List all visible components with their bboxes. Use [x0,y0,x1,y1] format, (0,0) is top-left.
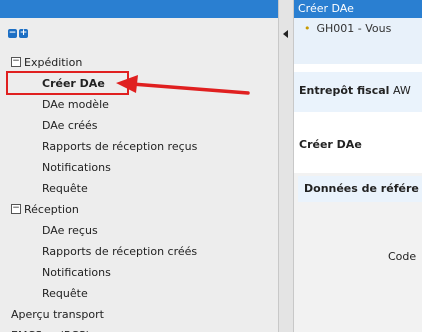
tree-item[interactable]: Requête [0,283,278,304]
tree-item[interactable]: Rapports de réception créés [0,241,278,262]
tree-group[interactable]: Aperçu transport [0,304,278,325]
panel-splitter[interactable] [278,0,294,332]
tree-item-label: Rapports de réception créés [42,245,198,258]
entrepot-value: AW [392,84,411,97]
code-label: Code [388,250,417,263]
annotation-arrow-icon [116,75,250,95]
tree-item[interactable]: Notifications [0,262,278,283]
navigation-header-bar [0,0,278,18]
tree-item-label: Expédition [24,56,83,69]
tree-item-label: Requête [42,182,88,195]
tree-item-label: Réception [24,203,79,216]
expand-all-icon[interactable]: + [19,29,28,38]
collapse-panel-icon[interactable] [283,30,288,38]
entrepot-label: Entrepôt fiscal [299,84,390,97]
message-item: • GH001 - Vous [304,22,391,35]
tree-item-label: DAe créés [42,119,98,132]
tree-group[interactable]: − Réception [0,199,278,220]
section-heading: Créer DAe [299,138,362,151]
page-title: Créer DAe [294,0,422,18]
collapse-all-icon[interactable]: − [8,29,17,38]
tree-item-label: Notifications [42,161,111,174]
tree-tools: − + [8,29,28,38]
content-panel: Créer DAe • GH001 - Vous Entrepôt fiscal … [294,0,422,332]
tree-item[interactable]: Requête [0,178,278,199]
tree-item-label: Aperçu transport [11,308,104,321]
reference-heading: Données de référe [298,176,422,202]
entrepot-info: Entrepôt fiscal AW [299,84,411,97]
collapse-toggle-icon[interactable]: − [11,204,21,214]
message-text: GH001 - Vous [316,22,392,35]
tree-item[interactable]: DAe reçus [0,220,278,241]
tree-item-label: Rapports de réception reçus [42,140,198,153]
bullet-icon: • [304,22,311,35]
tree-item-label: DAe modèle [42,98,109,111]
navigation-panel: − + − Expédition Créer DAe DAe modèle DAe cr… [0,0,278,332]
tree-item-label: Requête [42,287,88,300]
tree-item-label: DAe reçus [42,224,98,237]
tree-item[interactable]: DAe créés [0,115,278,136]
tree-item-label: Notifications [42,266,111,279]
collapse-toggle-icon[interactable]: − [11,57,21,67]
entrepot-row: Entrepôt fiscal AW [294,72,422,112]
tree-group[interactable]: EMCS ... (RCS) [0,325,278,332]
tree-item[interactable]: Notifications [0,157,278,178]
tree-item[interactable]: Rapports de réception reçus [0,136,278,157]
